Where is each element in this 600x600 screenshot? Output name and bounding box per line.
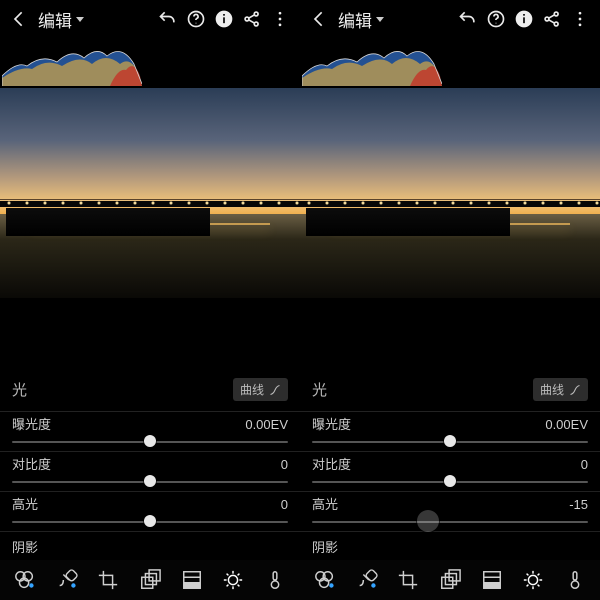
help-icon[interactable]: [182, 5, 210, 33]
bottom-toolbar: [300, 560, 600, 600]
info-icon[interactable]: [210, 5, 238, 33]
back-icon[interactable]: [6, 5, 34, 33]
tool-layers[interactable]: [134, 564, 166, 596]
section-header-light: 光 曲线: [300, 368, 600, 412]
back-icon[interactable]: [306, 5, 334, 33]
section-title: 光: [312, 379, 327, 400]
tool-crop[interactable]: [392, 564, 424, 596]
curve-label: 曲线: [540, 381, 564, 398]
slider-label: 阴影: [12, 541, 38, 555]
chevron-down-icon[interactable]: [376, 17, 384, 22]
tool-crop[interactable]: [92, 564, 124, 596]
curve-button[interactable]: 曲线: [533, 378, 588, 401]
editor-panel-left: 编辑 光 曲线 曝光度 0.: [0, 0, 300, 600]
undo-icon[interactable]: [454, 5, 482, 33]
slider-row-exposure[interactable]: 曝光度 0.00EV: [300, 412, 600, 452]
curve-label: 曲线: [240, 381, 264, 398]
tool-healing[interactable]: [351, 564, 383, 596]
share-icon[interactable]: [538, 5, 566, 33]
slider-track-highlights[interactable]: [12, 512, 288, 530]
undo-icon[interactable]: [154, 5, 182, 33]
header: 编辑: [300, 0, 600, 38]
slider-value: 0.00EV: [245, 418, 288, 432]
tool-gradient[interactable]: [176, 564, 208, 596]
tool-adjust[interactable]: [9, 564, 41, 596]
photo-preview[interactable]: [0, 88, 300, 298]
slider-track-contrast[interactable]: [12, 472, 288, 490]
editor-panel-right: 编辑 光 曲线 曝光度 0.: [300, 0, 600, 600]
header-title[interactable]: 编辑: [38, 7, 72, 32]
header: 编辑: [0, 0, 300, 38]
photo-preview[interactable]: [300, 88, 600, 298]
histogram[interactable]: [302, 36, 442, 86]
slider-value: 0.00EV: [545, 418, 588, 432]
slider-row-highlights[interactable]: 高光 -15: [300, 492, 600, 532]
slider-row-contrast[interactable]: 对比度 0: [0, 452, 300, 492]
curve-button[interactable]: 曲线: [233, 378, 288, 401]
slider-label: 曝光度: [312, 418, 351, 432]
tool-light[interactable]: [217, 564, 249, 596]
slider-label: 对比度: [12, 458, 51, 472]
tool-layers[interactable]: [434, 564, 466, 596]
tool-color[interactable]: [259, 564, 291, 596]
header-title[interactable]: 编辑: [338, 7, 372, 32]
tool-gradient[interactable]: [476, 564, 508, 596]
canvas-spacer: [0, 298, 300, 368]
slider-value: 0: [581, 458, 588, 472]
slider-value: 0: [281, 498, 288, 512]
info-icon[interactable]: [510, 5, 538, 33]
slider-track-exposure[interactable]: [312, 432, 588, 450]
help-icon[interactable]: [482, 5, 510, 33]
tool-color[interactable]: [559, 564, 591, 596]
share-icon[interactable]: [238, 5, 266, 33]
slider-value: -15: [569, 498, 588, 512]
tool-light[interactable]: [517, 564, 549, 596]
slider-label: 高光: [12, 498, 38, 512]
canvas-spacer: [300, 298, 600, 368]
slider-label: 高光: [312, 498, 338, 512]
section-header-light: 光 曲线: [0, 368, 300, 412]
slider-row-exposure[interactable]: 曝光度 0.00EV: [0, 412, 300, 452]
tool-healing[interactable]: [51, 564, 83, 596]
chevron-down-icon[interactable]: [76, 17, 84, 22]
slider-label: 阴影: [312, 541, 338, 555]
slider-track-contrast[interactable]: [312, 472, 588, 490]
slider-label: 曝光度: [12, 418, 51, 432]
tool-adjust[interactable]: [309, 564, 341, 596]
slider-row-highlights[interactable]: 高光 0: [0, 492, 300, 532]
slider-row-contrast[interactable]: 对比度 0: [300, 452, 600, 492]
slider-value: 0: [281, 458, 288, 472]
more-icon[interactable]: [266, 5, 294, 33]
bottom-toolbar: [0, 560, 300, 600]
histogram[interactable]: [2, 36, 142, 86]
slider-track-highlights[interactable]: [312, 512, 588, 530]
slider-row-shadows[interactable]: 阴影: [300, 532, 600, 560]
more-icon[interactable]: [566, 5, 594, 33]
slider-track-exposure[interactable]: [12, 432, 288, 450]
section-title: 光: [12, 379, 27, 400]
slider-row-shadows[interactable]: 阴影: [0, 532, 300, 560]
slider-label: 对比度: [312, 458, 351, 472]
